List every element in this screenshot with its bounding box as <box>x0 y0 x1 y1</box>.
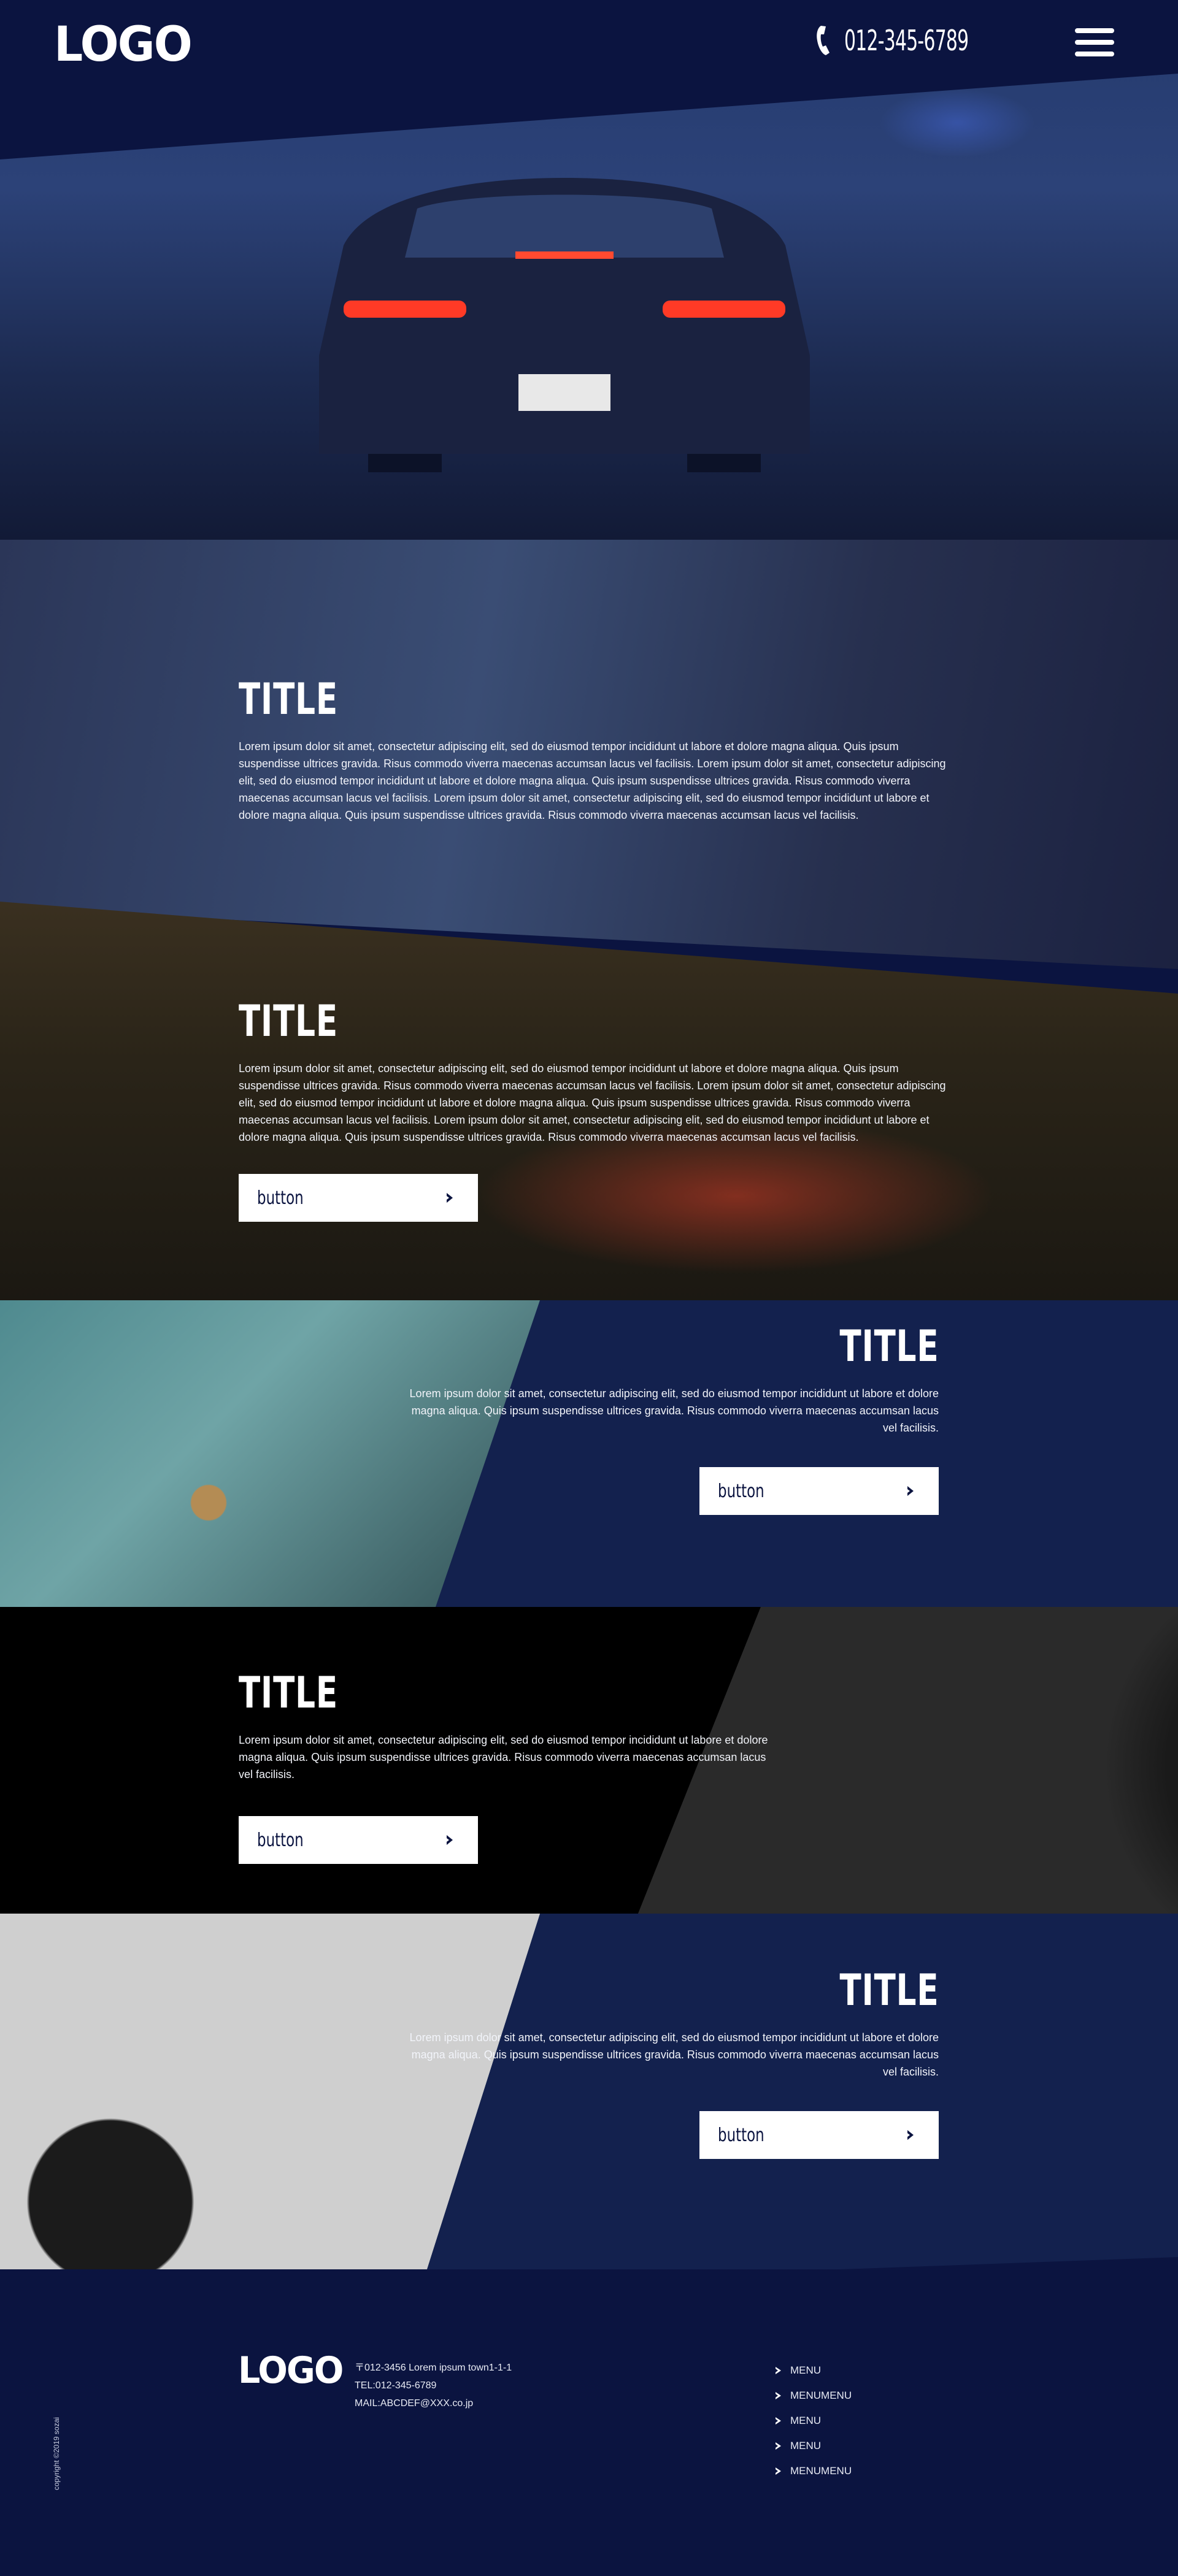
chevron-right-icon <box>776 2467 781 2475</box>
feature-section-3: TITLE Lorem ipsum dolor sit amet, consec… <box>0 1300 1178 1607</box>
section-2-button[interactable]: button <box>239 1174 478 1222</box>
feature-section-5: TITLE Lorem ipsum dolor sit amet, consec… <box>0 1914 1178 2300</box>
section-4-button[interactable]: button <box>239 1816 478 1864</box>
section-4-text: Lorem ipsum dolor sit amet, consectetur … <box>239 1734 768 1781</box>
section-5-title: TITLE <box>839 1965 939 2015</box>
footer-menu-item[interactable]: MENUMENU <box>774 2458 852 2483</box>
phone-number: 012-345-6789 <box>844 24 969 57</box>
feature-section-4: TITLE Lorem ipsum dolor sit amet, consec… <box>0 1607 1178 1914</box>
section-1-content: TITLE Lorem ipsum dolor sit amet, consec… <box>239 678 957 824</box>
section-2-text: Lorem ipsum dolor sit amet, consectetur … <box>239 1062 946 1143</box>
copyright: copyright ©2019 sozai <box>52 2417 61 2490</box>
section-5-content: TITLE Lorem ipsum dolor sit amet, consec… <box>405 1969 939 2159</box>
section-3-text: Lorem ipsum dolor sit amet, consectetur … <box>409 1387 939 1434</box>
phone-contact[interactable]: 012-345-6789 <box>816 25 1034 56</box>
feature-section-2: TITLE Lorem ipsum dolor sit amet, consec… <box>0 902 1178 1300</box>
chevron-right-icon <box>776 2442 781 2450</box>
section-4-button-label: button <box>257 1829 304 1851</box>
site-header: LOGO 012-345-6789 <box>0 0 1178 86</box>
footer-tel: TEL:012-345-6789 <box>355 2380 437 2391</box>
chevron-right-icon <box>776 2366 781 2374</box>
footer-menu-item[interactable]: MENU <box>774 2408 852 2433</box>
section-3-button-label: button <box>718 1480 764 1502</box>
chevron-right-icon <box>776 2417 781 2425</box>
section-4-title: TITLE <box>239 1668 338 1718</box>
section-3-button[interactable]: button <box>699 1467 939 1515</box>
section-1-title: TITLE <box>239 674 338 724</box>
chevron-right-icon <box>904 2129 917 2141</box>
section-5-button-label: button <box>718 2124 764 2146</box>
chevron-right-icon <box>444 1192 456 1204</box>
footer-menu-item[interactable]: MENUMENU <box>774 2383 852 2408</box>
header-logo[interactable]: LOGO <box>54 21 193 69</box>
section-2-content: TITLE Lorem ipsum dolor sit amet, consec… <box>239 1000 957 1222</box>
footer-menu-item[interactable]: MENU <box>774 2358 852 2383</box>
footer-menu: MENU MENUMENU MENU MENU MENUMENU <box>774 2358 852 2483</box>
section-3-content: TITLE Lorem ipsum dolor sit amet, consec… <box>405 1325 939 1515</box>
chevron-right-icon <box>444 1834 456 1846</box>
menu-button[interactable] <box>1075 28 1114 56</box>
section-3-title: TITLE <box>839 1321 939 1371</box>
section-1-text: Lorem ipsum dolor sit amet, consectetur … <box>239 740 946 821</box>
footer-mail: MAIL:ABCDEF@XXX.co.jp <box>355 2398 474 2409</box>
hero-car-image <box>319 178 810 472</box>
footer-address: 〒012-3456 Lorem ipsum town1-1-1 <box>355 2363 512 2373</box>
footer-menu-item[interactable]: MENU <box>774 2433 852 2458</box>
section-5-text: Lorem ipsum dolor sit amet, consectetur … <box>409 2031 939 2078</box>
footer-logo[interactable]: LOGO <box>238 2352 344 2389</box>
section-2-title: TITLE <box>239 996 338 1046</box>
hamburger-icon <box>1075 28 1114 33</box>
chevron-right-icon <box>904 1485 917 1497</box>
chevron-right-icon <box>776 2391 781 2399</box>
footer-address-block: 〒012-3456 Lorem ipsum town1-1-1 TEL:012-… <box>355 2359 512 2412</box>
section-5-button[interactable]: button <box>699 2111 939 2159</box>
section-2-button-label: button <box>257 1187 304 1209</box>
phone-icon <box>816 25 836 56</box>
section-4-content: TITLE Lorem ipsum dolor sit amet, consec… <box>239 1671 772 1864</box>
site-footer: LOGO 〒012-3456 Lorem ipsum town1-1-1 TEL… <box>0 2269 1178 2576</box>
